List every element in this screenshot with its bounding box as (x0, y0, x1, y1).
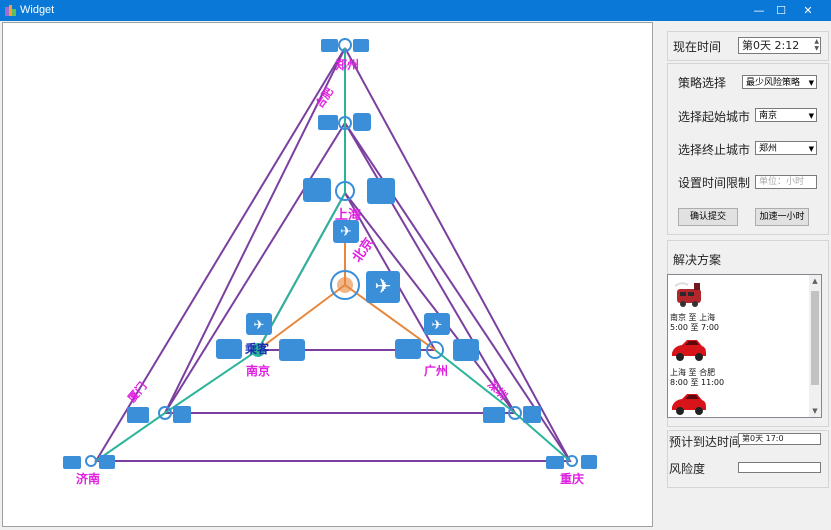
risk-value (738, 462, 821, 473)
guangzhou-station: ✈ (395, 313, 479, 361)
city-label-xiamen: 厦门 (125, 379, 150, 405)
solution-step-time: 8:00 至 11:00 (670, 378, 725, 387)
time-limit-label: 设置时间限制 (678, 176, 751, 190)
bus-icon (546, 456, 564, 469)
window-title: Widget (20, 4, 55, 16)
bus-icon (63, 456, 81, 469)
time-display: 第0天 2:12 ▲ ▼ (738, 37, 821, 54)
eta-label: 预计到达时间 (669, 435, 742, 449)
map-canvas: ✈ ✈ ✈ ✈ 郑州 合肥 上海 北京 南京 广州 厦门 深圳 济南 重庆 乘客 (2, 22, 653, 527)
solution-list[interactable]: 南京 至 上海 5:00 至 7:00 上海 至 合肥 8:00 至 11:00… (667, 274, 822, 418)
city-label-nanjing: 南京 (246, 363, 270, 378)
submit-button[interactable]: 确认提交 (678, 208, 738, 226)
bus-icon (318, 115, 338, 130)
bus-icon (303, 178, 331, 202)
city-label-shanghai: 上海 (335, 207, 361, 223)
car-icon (672, 394, 706, 415)
rail-line (164, 349, 259, 414)
airport-hub-icon (337, 277, 353, 293)
jinan-station (63, 455, 115, 469)
bus-icon (395, 339, 421, 359)
shenzhen-station (483, 406, 541, 423)
xiamen-station (127, 406, 191, 423)
car-icon (672, 340, 706, 361)
chevron-down-icon: ▼ (808, 145, 814, 153)
station-icon (85, 455, 97, 467)
eta-value: 第0天 17:0 (738, 433, 821, 445)
title-bar: Widget — ☐ ✕ (0, 0, 831, 21)
plane-glyph: ✈ (432, 318, 443, 333)
zhengzhou-station (321, 38, 369, 52)
bus-icon (321, 39, 338, 52)
train-icon (674, 282, 701, 307)
end-city-select[interactable]: 郑州 ▼ (755, 141, 817, 155)
scroll-thumb[interactable] (811, 291, 819, 385)
risk-label: 风险度 (669, 462, 706, 476)
plane-glyph: ✈ (254, 318, 265, 333)
city-label-chongqing: 重庆 (560, 471, 584, 486)
train-icon (353, 113, 371, 131)
end-city-label: 选择终止城市 (678, 143, 751, 157)
beijing-station: ✈ (330, 270, 400, 303)
strategy-label: 策略选择 (678, 76, 727, 90)
train-icon (523, 406, 541, 423)
start-city-label: 选择起始城市 (678, 110, 751, 124)
route-graph: ✈ ✈ ✈ ✈ 郑州 合肥 上海 北京 南京 广州 厦门 深圳 济南 重庆 乘客 (63, 38, 597, 486)
time-value: 第0天 2:12 (742, 39, 800, 52)
chevron-down-icon: ▼ (808, 79, 814, 87)
train-icon (279, 339, 305, 361)
scroll-up-icon[interactable]: ▲ (809, 275, 821, 287)
strategy-value: 最少风险策略 (746, 78, 801, 88)
plane-glyph: ✈ (340, 224, 352, 240)
strategy-select[interactable]: 最少风险策略 ▼ (742, 75, 817, 89)
speed-up-button[interactable]: 加速一小时 (755, 208, 809, 226)
solution-scrollbar[interactable]: ▲ ▼ (809, 275, 821, 417)
train-icon (173, 406, 191, 423)
train-icon (353, 39, 369, 52)
traveler-label: 乘客 (244, 341, 270, 356)
scroll-down-icon[interactable]: ▼ (809, 405, 821, 417)
bus-icon (483, 407, 505, 423)
train-icon (99, 455, 115, 469)
end-city-value: 郑州 (759, 144, 778, 154)
train-icon (581, 455, 597, 469)
route-line (163, 122, 517, 414)
city-label-guangzhou: 广州 (424, 363, 448, 378)
close-button[interactable]: ✕ (785, 0, 831, 21)
time-spin-icon[interactable]: ▲ ▼ (814, 38, 819, 52)
plane-glyph: ✈ (375, 274, 392, 298)
start-city-select[interactable]: 南京 ▼ (755, 108, 817, 122)
time-label: 现在时间 (673, 40, 722, 54)
city-label-jinan: 济南 (76, 471, 100, 486)
app-icon (5, 5, 16, 16)
solution-step-time: 5:00 至 7:00 (670, 323, 720, 332)
bus-icon (127, 407, 149, 423)
train-icon (453, 339, 479, 361)
train-icon (367, 178, 395, 204)
start-city-value: 南京 (759, 111, 778, 121)
solution-title: 解决方案 (673, 253, 722, 267)
city-label-zhengzhou: 郑州 (335, 57, 359, 72)
time-limit-input[interactable]: 单位：小时 (755, 175, 817, 189)
bus-icon (216, 339, 242, 359)
chevron-down-icon: ▼ (808, 112, 814, 120)
